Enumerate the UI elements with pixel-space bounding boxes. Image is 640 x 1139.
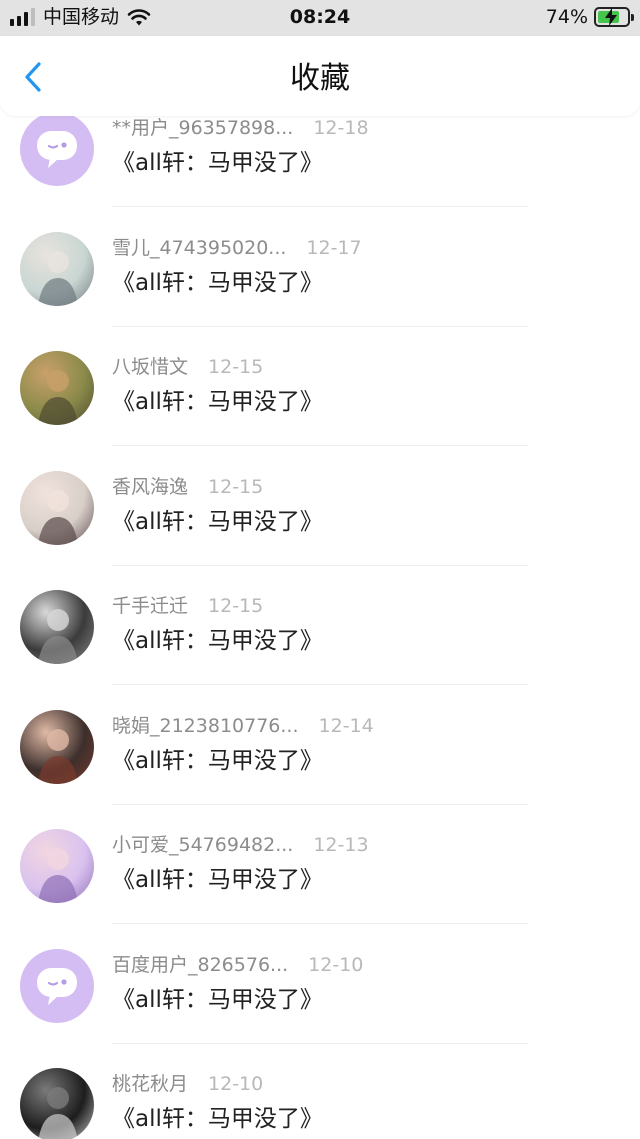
- list-item[interactable]: 雪儿_474395020... 12-17 《all轩：马甲没了》: [0, 232, 640, 352]
- username[interactable]: 香风海逸: [112, 475, 188, 499]
- avatar[interactable]: [20, 829, 94, 903]
- bolt-icon: [605, 8, 617, 26]
- avatar[interactable]: [20, 1068, 94, 1139]
- navigation-bar: 收藏: [0, 36, 640, 116]
- post-date: 12-18: [313, 117, 369, 139]
- username[interactable]: 小可爱_54769482...: [112, 833, 293, 857]
- post-date: 12-15: [208, 476, 264, 498]
- default-avatar-icon[interactable]: [20, 116, 94, 186]
- avatar[interactable]: [20, 590, 94, 664]
- favorites-list[interactable]: **用户_96357898... 12-18 《all轩：马甲没了》 雪儿_47439…: [0, 116, 640, 1139]
- post-date: 12-14: [318, 715, 374, 737]
- username[interactable]: **用户_96357898...: [112, 116, 293, 140]
- post-date: 12-10: [208, 1073, 264, 1095]
- post-title[interactable]: 《all轩：马甲没了》: [112, 268, 323, 298]
- list-item[interactable]: 千手迁迁 12-15 《all轩：马甲没了》: [0, 590, 640, 710]
- username[interactable]: 八坂惜文: [112, 355, 188, 379]
- item-meta: 雪儿_474395020... 12-17: [112, 236, 362, 260]
- username[interactable]: 雪儿_474395020...: [112, 236, 286, 260]
- post-title[interactable]: 《all轩：马甲没了》: [112, 507, 323, 537]
- post-title[interactable]: 《all轩：马甲没了》: [112, 387, 323, 417]
- status-time: 08:24: [289, 6, 351, 28]
- battery-charging-icon: [594, 7, 634, 27]
- list-item[interactable]: 桃花秋月 12-10 《all轩：马甲没了》: [0, 1068, 640, 1139]
- avatar[interactable]: [20, 471, 94, 545]
- item-meta: **用户_96357898... 12-18: [112, 116, 369, 140]
- list-item[interactable]: **用户_96357898... 12-18 《all轩：马甲没了》: [0, 116, 640, 232]
- username[interactable]: 千手迁迁: [112, 594, 188, 618]
- list-item[interactable]: 晓娟_2123810776... 12-14 《all轩：马甲没了》: [0, 710, 640, 830]
- post-date: 12-13: [313, 834, 369, 856]
- post-date: 12-10: [308, 954, 364, 976]
- item-meta: 晓娟_2123810776... 12-14: [112, 714, 374, 738]
- avatar[interactable]: [20, 710, 94, 784]
- divider: [112, 1043, 528, 1044]
- post-title[interactable]: 《all轩：马甲没了》: [112, 865, 323, 895]
- avatar[interactable]: [20, 232, 94, 306]
- item-meta: 香风海逸 12-15: [112, 475, 263, 499]
- status-right: 74%: [545, 6, 634, 28]
- divider: [112, 445, 528, 446]
- divider: [112, 684, 528, 685]
- item-meta: 千手迁迁 12-15: [112, 594, 263, 618]
- item-meta: 百度用户_826576... 12-10: [112, 953, 363, 977]
- item-meta: 小可爱_54769482... 12-13: [112, 833, 369, 857]
- list-item[interactable]: 八坂惜文 12-15 《all轩：马甲没了》: [0, 351, 640, 471]
- post-title[interactable]: 《all轩：马甲没了》: [112, 148, 323, 178]
- post-date: 12-15: [208, 356, 264, 378]
- avatar[interactable]: [20, 351, 94, 425]
- page-title: 收藏: [290, 61, 350, 96]
- post-title[interactable]: 《all轩：马甲没了》: [112, 626, 323, 656]
- list-item[interactable]: 百度用户_826576... 12-10 《all轩：马甲没了》: [0, 949, 640, 1069]
- battery-percent: 74%: [545, 6, 588, 28]
- post-title[interactable]: 《all轩：马甲没了》: [112, 985, 323, 1015]
- item-meta: 桃花秋月 12-10: [112, 1072, 263, 1096]
- post-date: 12-15: [208, 595, 264, 617]
- divider: [112, 565, 528, 566]
- divider: [112, 804, 528, 805]
- divider: [112, 206, 528, 207]
- divider: [112, 326, 528, 327]
- default-avatar-icon[interactable]: [20, 949, 94, 1023]
- post-title[interactable]: 《all轩：马甲没了》: [112, 1104, 323, 1134]
- username[interactable]: 百度用户_826576...: [112, 953, 288, 977]
- username[interactable]: 晓娟_2123810776...: [112, 714, 299, 738]
- divider: [112, 923, 528, 924]
- item-meta: 八坂惜文 12-15: [112, 355, 263, 379]
- list-item[interactable]: 香风海逸 12-15 《all轩：马甲没了》: [0, 471, 640, 591]
- list-item[interactable]: 小可爱_54769482... 12-13 《all轩：马甲没了》: [0, 829, 640, 949]
- username[interactable]: 桃花秋月: [112, 1072, 188, 1096]
- status-bar: 中国移动 08:24 74%: [0, 0, 640, 36]
- post-title[interactable]: 《all轩：马甲没了》: [112, 746, 323, 776]
- post-date: 12-17: [306, 237, 362, 259]
